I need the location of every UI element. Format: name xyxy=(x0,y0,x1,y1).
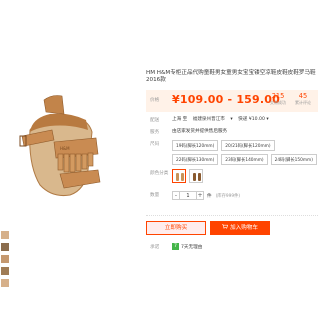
size-label: 尺码 xyxy=(150,142,160,147)
thumbnail-strip xyxy=(0,230,20,320)
buy-now-button[interactable]: 立即购买 xyxy=(146,221,206,235)
sales-count: 215 xyxy=(271,92,285,100)
product-info: HM H&M专柜正品代购童鞋男女童男女宝宝镂空凉鞋皮鞋皮鞋罗马鞋 2016款 价… xyxy=(146,70,318,200)
size-option[interactable]: 23码(脚长140mm) xyxy=(221,154,268,165)
svg-text:H&M: H&M xyxy=(60,146,70,151)
shoe-dark-icon xyxy=(193,173,201,181)
seven-day-return-icon: 7 xyxy=(172,243,179,250)
shipping-label: 配送 xyxy=(150,118,160,123)
sandal-illustration: H&M xyxy=(19,95,101,196)
review-count: 45 xyxy=(298,92,308,100)
price-label: 价格 xyxy=(150,98,160,103)
size-options: 19码(脚长120mm) 20/21码(脚长120mm) 22码(脚长130mm… xyxy=(172,140,318,165)
product-gallery: H&M xyxy=(0,70,140,310)
color-label: 颜色分类 xyxy=(150,171,169,176)
service-text: 由店家发货并提供售后服务 xyxy=(172,129,228,134)
promise-label: 承诺 xyxy=(150,245,160,250)
quantity-input[interactable]: 1 xyxy=(180,191,196,200)
sales-stat: 215 交易成功 xyxy=(264,92,292,106)
add-to-cart-label: 加入购物车 xyxy=(230,225,258,231)
review-stat[interactable]: 45 累计评论 xyxy=(289,92,317,106)
divider xyxy=(146,215,318,216)
size-row: 尺码 19码(脚长120mm) 20/21码(脚长120mm) 22码(脚长13… xyxy=(146,140,318,165)
quantity-plus-button[interactable]: + xyxy=(196,191,204,200)
review-label: 累计评论 xyxy=(295,100,311,105)
sales-label: 交易成功 xyxy=(270,100,286,105)
quantity-minus-button[interactable]: - xyxy=(172,191,180,200)
thumbnail[interactable] xyxy=(0,266,10,276)
shipping-row: 配送 上海 至 福建泉州晋江市 ▾ 快递 ¥10.00 ▾ xyxy=(146,116,318,124)
promise-text[interactable]: 7天无理由 xyxy=(181,244,202,250)
shoe-brown-icon xyxy=(176,173,184,181)
quantity-stepper: - 1 + 件 (库存999件) xyxy=(172,191,318,200)
thumbnail[interactable] xyxy=(0,278,10,288)
color-swatch[interactable] xyxy=(189,169,203,183)
size-option[interactable]: 24码(脚长150mm) xyxy=(270,154,317,165)
promise-row: 承诺 7 7天无理由 xyxy=(146,242,318,252)
thumbnail[interactable] xyxy=(0,254,10,264)
quantity-unit: 件 xyxy=(207,193,212,199)
size-option[interactable]: 19码(脚长120mm) xyxy=(172,140,219,151)
product-main-image[interactable]: H&M xyxy=(0,70,140,220)
product-title: HM H&M专柜正品代购童鞋男女童男女宝宝镂空凉鞋皮鞋皮鞋罗马鞋 2016款 xyxy=(146,70,316,83)
cart-icon xyxy=(222,221,228,235)
chevron-down-icon[interactable]: ▾ xyxy=(230,117,232,122)
color-swatch[interactable] xyxy=(172,169,186,183)
service-label: 服务 xyxy=(150,130,160,135)
service-row: 服务 由店家发货并提供售后服务 xyxy=(146,128,318,136)
shipping-destination[interactable]: 福建泉州晋江市 xyxy=(193,117,225,122)
size-option[interactable]: 20/21码(脚长120mm) xyxy=(221,140,275,151)
thumbnail[interactable] xyxy=(0,230,10,240)
add-to-cart-button[interactable]: 加入购物车 xyxy=(210,221,270,235)
size-option[interactable]: 22码(脚长130mm) xyxy=(172,154,219,165)
quantity-row: 数量 - 1 + 件 (库存999件) xyxy=(146,191,318,200)
quantity-label: 数量 xyxy=(150,193,160,198)
color-options xyxy=(172,169,318,183)
price-box: 价格 ¥109.00 - 159.00 215 交易成功 45 累计评论 xyxy=(146,90,318,112)
color-row: 颜色分类 xyxy=(146,169,318,185)
purchase-actions: 立即购买 加入购物车 xyxy=(146,221,318,235)
stock-count: (库存999件) xyxy=(215,193,241,199)
shipping-from: 上海 至 xyxy=(172,117,188,122)
thumbnail[interactable] xyxy=(0,242,10,252)
shipping-fee[interactable]: 快递 ¥10.00 ▾ xyxy=(238,117,269,122)
